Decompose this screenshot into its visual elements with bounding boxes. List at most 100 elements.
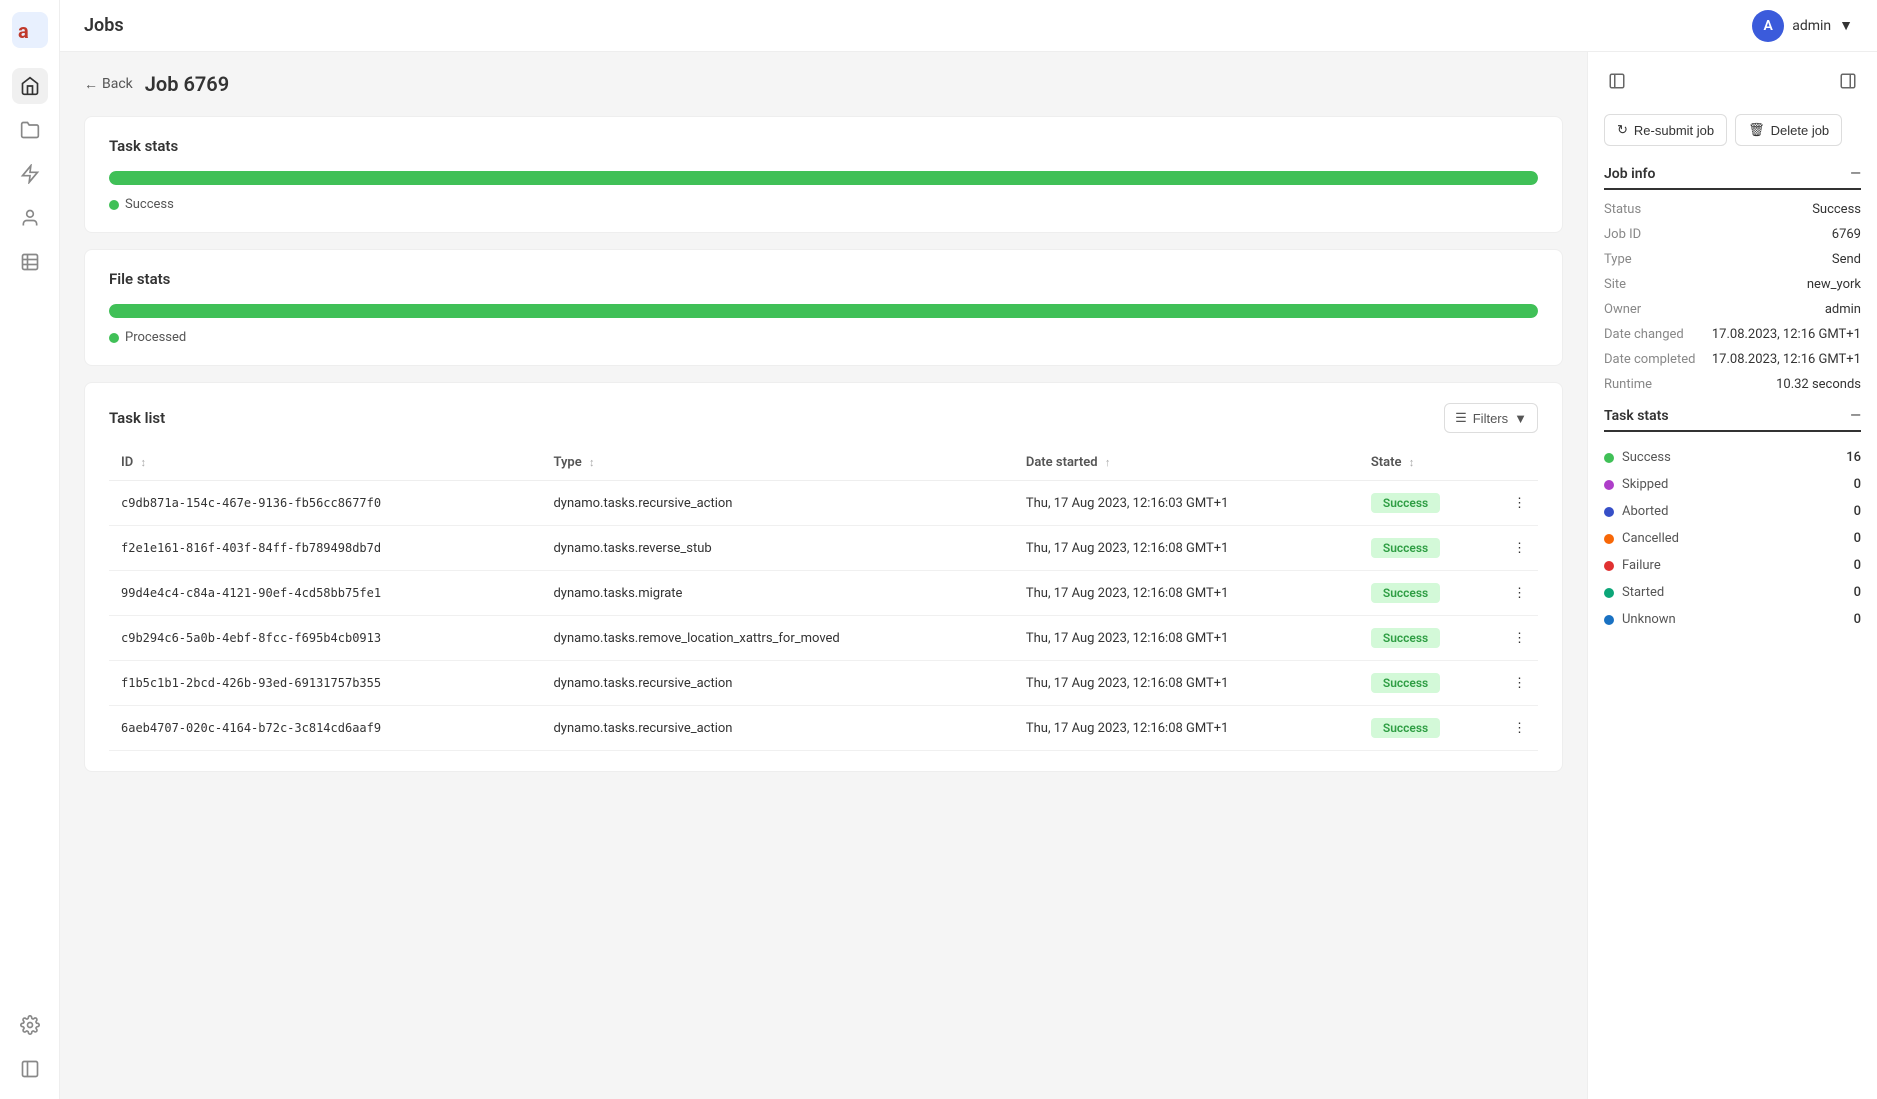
info-label: Type [1604, 252, 1632, 267]
sidebar: a [0, 0, 60, 1099]
stat-dot [1604, 453, 1614, 463]
stat-dot [1604, 615, 1614, 625]
info-value: 17.08.2023, 12:16 GMT+1 [1712, 327, 1861, 342]
sidebar-item-lightning[interactable] [12, 156, 48, 192]
file-stats-title: File stats [109, 270, 1538, 288]
task-list-header: Task list ☰ Filters ▼ [109, 403, 1538, 433]
stat-name: Success [1622, 450, 1671, 465]
stat-name: Failure [1622, 558, 1661, 573]
more-options-button[interactable]: ⋮ [1501, 481, 1538, 526]
delete-job-button[interactable]: 🗑 Delete job [1735, 114, 1842, 146]
sidebar-item-folder[interactable] [12, 112, 48, 148]
info-value: 17.08.2023, 12:16 GMT+1 [1712, 352, 1861, 367]
user-menu[interactable]: A admin ▼ [1752, 10, 1853, 42]
file-progress-bar [109, 304, 1538, 318]
back-button[interactable]: ← Back [84, 76, 133, 93]
delete-label: Delete job [1771, 123, 1830, 138]
stat-label: Started [1604, 585, 1664, 600]
more-options-button[interactable]: ⋮ [1501, 571, 1538, 616]
cell-date-started: Thu, 17 Aug 2023, 12:16:08 GMT+1 [1014, 706, 1359, 751]
filters-label: Filters [1473, 411, 1508, 426]
processed-dot [109, 333, 119, 343]
page-title: Jobs [84, 15, 124, 36]
info-value: Success [1812, 202, 1861, 217]
stat-count: 0 [1854, 585, 1861, 600]
sidebar-item-settings[interactable] [12, 1007, 48, 1043]
resubmit-icon: ↻ [1617, 122, 1628, 138]
stat-label: Failure [1604, 558, 1661, 573]
cell-date-started: Thu, 17 Aug 2023, 12:16:08 GMT+1 [1014, 661, 1359, 706]
logo: a [12, 12, 48, 48]
header: Jobs A admin ▼ [60, 0, 1877, 52]
task-stats-collapse-icon[interactable]: — [1850, 408, 1861, 424]
panel-toolbar [1604, 68, 1861, 98]
cell-date-started: Thu, 17 Aug 2023, 12:16:08 GMT+1 [1014, 526, 1359, 571]
processed-label: Processed [125, 330, 186, 345]
job-info-row: Job ID 6769 [1604, 227, 1861, 242]
stat-count: 0 [1854, 558, 1861, 573]
svg-text:a: a [18, 19, 29, 43]
collapse-icon[interactable]: — [1850, 166, 1861, 182]
back-label: Back [102, 76, 133, 92]
chevron-down-icon: ▼ [1514, 411, 1527, 426]
file-progress-fill [109, 304, 1538, 318]
job-info-row: Type Send [1604, 252, 1861, 267]
more-options-button[interactable]: ⋮ [1501, 526, 1538, 571]
info-label: Date changed [1604, 327, 1684, 342]
info-label: Owner [1604, 302, 1641, 317]
cell-type: dynamo.tasks.recursive_action [541, 706, 1013, 751]
job-info-title: Job info [1604, 166, 1655, 182]
main: Jobs A admin ▼ ← Back Job 6769 Task stat… [60, 0, 1877, 1099]
list-item: Skipped 0 [1604, 471, 1861, 498]
sidebar-item-table[interactable] [12, 244, 48, 280]
more-options-button[interactable]: ⋮ [1501, 661, 1538, 706]
info-value: 6769 [1832, 227, 1861, 242]
info-value: new_york [1807, 277, 1861, 292]
task-progress-bar [109, 171, 1538, 185]
resubmit-job-button[interactable]: ↻ Re-submit job [1604, 114, 1727, 146]
list-item: Unknown 0 [1604, 606, 1861, 633]
info-label: Status [1604, 202, 1641, 217]
list-item: Started 0 [1604, 579, 1861, 606]
panel-collapse-icon[interactable] [1835, 68, 1861, 98]
sidebar-item-home[interactable] [12, 68, 48, 104]
cell-type: dynamo.tasks.reverse_stub [541, 526, 1013, 571]
col-date-started[interactable]: Date started ↑ [1014, 445, 1359, 481]
task-progress-fill [109, 171, 1538, 185]
stat-name: Unknown [1622, 612, 1676, 627]
task-stats-panel-title: Task stats [1604, 408, 1669, 424]
cell-type: dynamo.tasks.migrate [541, 571, 1013, 616]
col-type[interactable]: Type ↕ [541, 445, 1013, 481]
stat-dot [1604, 507, 1614, 517]
more-options-button[interactable]: ⋮ [1501, 706, 1538, 751]
job-info-row: Date completed 17.08.2023, 12:16 GMT+1 [1604, 352, 1861, 367]
sidebar-item-users[interactable] [12, 200, 48, 236]
cell-id: f2e1e161-816f-403f-84ff-fb789498db7d [109, 526, 541, 571]
info-value: 10.32 seconds [1776, 377, 1861, 392]
info-label: Site [1604, 277, 1626, 292]
cell-state: Success [1359, 526, 1501, 571]
col-id[interactable]: ID ↕ [109, 445, 541, 481]
more-options-button[interactable]: ⋮ [1501, 616, 1538, 661]
task-stats-list: Success 16 Skipped 0 Aborted 0 Cancelled… [1604, 444, 1861, 633]
task-table: ID ↕ Type ↕ Date started ↑ State ↕ c9db8… [109, 445, 1538, 751]
stat-count: 16 [1846, 450, 1861, 465]
panel-expand-icon[interactable] [1604, 68, 1630, 98]
page-header: ← Back Job 6769 [84, 72, 1563, 96]
success-dot [109, 200, 119, 210]
cell-date-started: Thu, 17 Aug 2023, 12:16:03 GMT+1 [1014, 481, 1359, 526]
job-info-fields: Status Success Job ID 6769 Type Send Sit… [1604, 202, 1861, 392]
task-list-card: Task list ☰ Filters ▼ ID ↕ Type ↕ Date s… [84, 382, 1563, 772]
stat-label: Unknown [1604, 612, 1676, 627]
content-area: ← Back Job 6769 Task stats Success File … [60, 52, 1877, 1099]
info-label: Runtime [1604, 377, 1652, 392]
resubmit-label: Re-submit job [1634, 123, 1714, 138]
stat-label: Success [1604, 450, 1671, 465]
table-row: 6aeb4707-020c-4164-b72c-3c814cd6aaf9 dyn… [109, 706, 1538, 751]
cell-type: dynamo.tasks.recursive_action [541, 481, 1013, 526]
col-state[interactable]: State ↕ [1359, 445, 1501, 481]
list-item: Aborted 0 [1604, 498, 1861, 525]
list-item: Success 16 [1604, 444, 1861, 471]
sidebar-item-collapse[interactable] [12, 1051, 48, 1087]
filters-button[interactable]: ☰ Filters ▼ [1444, 403, 1538, 433]
